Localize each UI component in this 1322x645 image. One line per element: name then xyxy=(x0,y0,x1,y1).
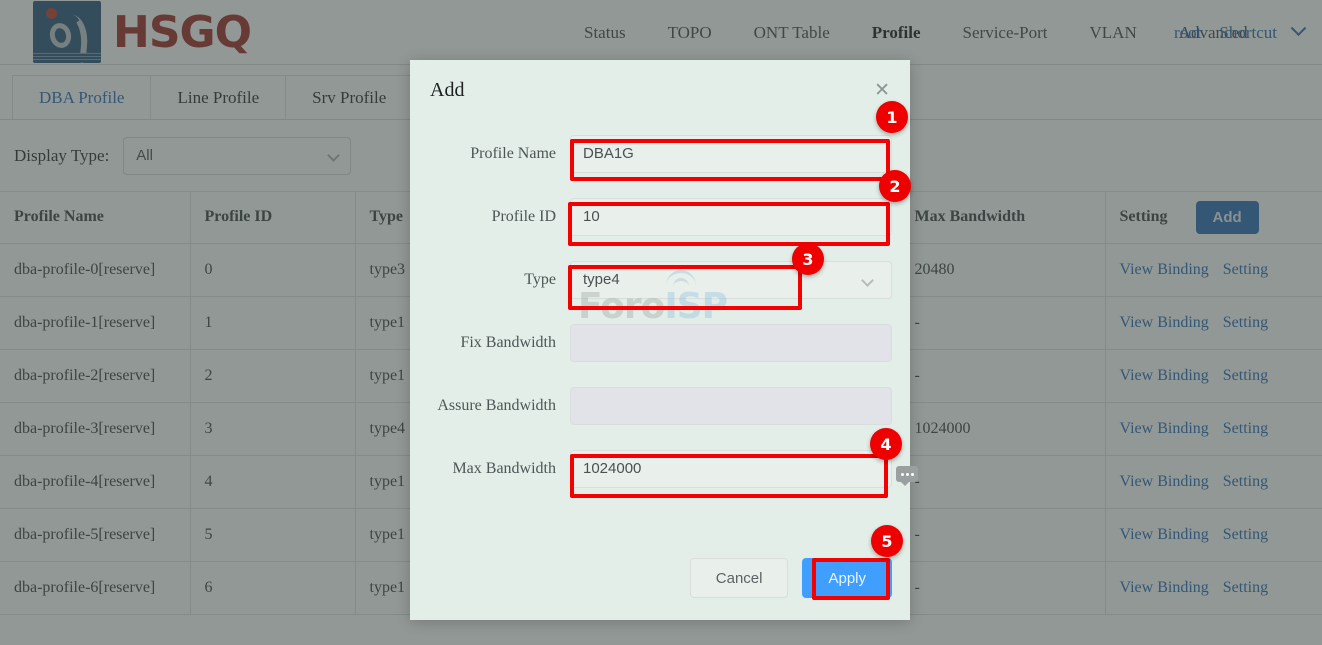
assure-bandwidth-input xyxy=(570,386,892,425)
profile-id-value: 10 xyxy=(583,208,600,225)
max-bandwidth-value: 1024000 xyxy=(583,460,642,477)
apply-button[interactable]: Apply xyxy=(802,558,892,598)
annotation-badge-4: 4 xyxy=(870,428,902,460)
field-row-max-bandwidth: Max Bandwidth 1024000 xyxy=(428,437,892,500)
app-root: HSGQ Status TOPO ONT Table Profile Servi… xyxy=(0,0,1322,645)
field-row-assure-bandwidth: Assure Bandwidth xyxy=(428,374,892,437)
annotation-badge-1: 1 xyxy=(876,101,908,133)
label-profile-id: Profile ID xyxy=(491,207,556,225)
chevron-down-icon xyxy=(861,273,874,287)
label-assure-bandwidth: Assure Bandwidth xyxy=(437,396,556,414)
close-icon[interactable]: ✕ xyxy=(874,81,890,100)
annotation-badge-3: 3 xyxy=(792,243,824,275)
annotation-badge-5: 5 xyxy=(871,525,903,557)
dialog-title: Add xyxy=(430,79,465,101)
field-row-profile-id: Profile ID 10 xyxy=(428,185,892,248)
cancel-button[interactable]: Cancel xyxy=(689,558,789,598)
add-profile-dialog: Add ✕ Profile Name DBA1G Profile ID 10 T… xyxy=(410,60,910,620)
type-select[interactable]: type4 xyxy=(570,260,892,299)
dialog-header: Add ✕ xyxy=(410,60,910,122)
fix-bandwidth-input xyxy=(570,323,892,362)
annotation-badge-2: 2 xyxy=(879,170,911,202)
profile-name-value: DBA1G xyxy=(583,145,634,162)
dialog-footer: Cancel Apply xyxy=(410,558,910,598)
profile-name-input[interactable]: DBA1G xyxy=(570,134,892,173)
dialog-body: Profile Name DBA1G Profile ID 10 Type ty… xyxy=(410,122,910,500)
field-row-profile-name: Profile Name DBA1G xyxy=(428,122,892,185)
field-row-fix-bandwidth: Fix Bandwidth xyxy=(428,311,892,374)
max-bandwidth-input[interactable]: 1024000 xyxy=(570,449,892,488)
label-max-bandwidth: Max Bandwidth xyxy=(452,459,556,477)
profile-id-input[interactable]: 10 xyxy=(570,197,892,236)
type-value: type4 xyxy=(583,271,620,288)
label-fix-bandwidth: Fix Bandwidth xyxy=(460,333,556,351)
label-profile-name: Profile Name xyxy=(470,144,556,162)
tooltip-dots-icon xyxy=(896,466,918,486)
label-type: Type xyxy=(524,270,556,288)
